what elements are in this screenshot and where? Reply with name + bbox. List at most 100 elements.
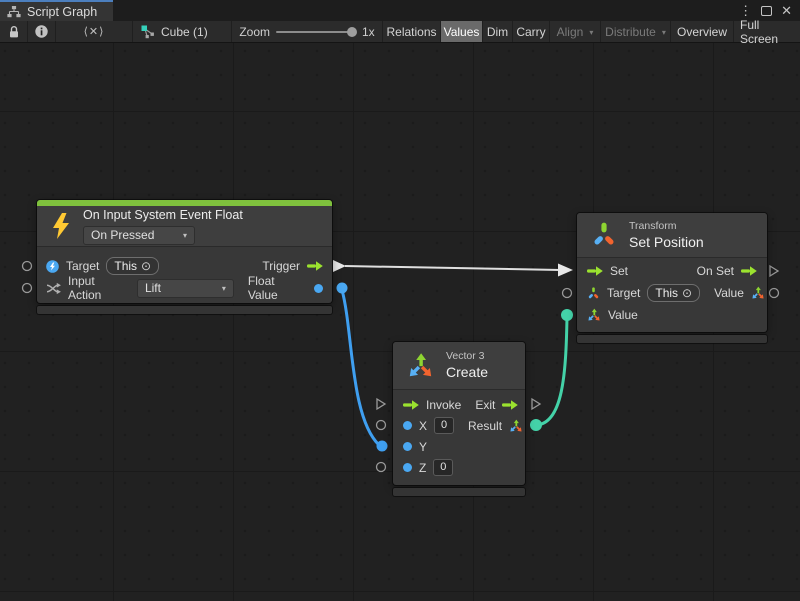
- invoke-label: Invoke: [426, 398, 461, 412]
- node-vector3-create[interactable]: Vector 3 Create Invoke Exit X 0 Res: [393, 342, 525, 485]
- align-caret-icon: ▾: [589, 29, 593, 37]
- port-vector-result-out[interactable]: [530, 419, 542, 431]
- fit-icon: ⟨✕⟩: [84, 25, 105, 38]
- full-screen-button[interactable]: Full Screen: [734, 21, 800, 42]
- input-action-dropdown[interactable]: Lift ▾: [137, 279, 234, 298]
- value-in-label: Value: [608, 308, 638, 322]
- zoom-slider-handle[interactable]: [347, 27, 357, 37]
- distribute-caret-icon: ▾: [662, 29, 666, 37]
- port-transform-onset-out[interactable]: [770, 266, 778, 276]
- port-event-target-in[interactable]: [23, 262, 32, 271]
- port-transform-value-in[interactable]: [561, 309, 573, 321]
- value-out-label: Value: [714, 286, 744, 300]
- align-button[interactable]: Align ▾: [550, 21, 601, 42]
- y-dot-icon: [403, 442, 412, 451]
- event-target-value: This: [114, 259, 137, 273]
- menu-kebab-icon[interactable]: ⋮: [739, 4, 752, 17]
- port-event-floatvalue-out[interactable]: [337, 283, 348, 294]
- set-arrow-icon: [587, 265, 603, 277]
- result-label: Result: [468, 419, 502, 433]
- dim-label: Dim: [487, 25, 508, 39]
- exit-arrow-icon: [502, 399, 518, 411]
- port-vector-invoke-in[interactable]: [377, 399, 385, 409]
- lightning-bolt-icon: [51, 213, 71, 239]
- on-set-label: On Set: [697, 264, 734, 278]
- port-vector-y-in[interactable]: [377, 441, 388, 452]
- overview-button[interactable]: Overview: [671, 21, 734, 42]
- float-value-dot-icon: [314, 284, 323, 293]
- overview-label: Overview: [677, 25, 727, 39]
- graph-canvas[interactable]: On Input System Event Float On Pressed ▾…: [0, 43, 800, 601]
- transform-node-title: Set Position: [629, 233, 704, 251]
- port-vector-x-in[interactable]: [377, 421, 386, 430]
- zoom-value: 1x: [362, 25, 375, 39]
- x-dot-icon: [403, 421, 412, 430]
- port-transform-target-in[interactable]: [563, 289, 572, 298]
- tab-script-graph[interactable]: Script Graph: [0, 0, 113, 21]
- vector-node-footer: [393, 488, 525, 496]
- x-value-field[interactable]: 0: [434, 417, 454, 434]
- node-transform-set-position[interactable]: Transform Set Position Set On Set Target…: [577, 213, 767, 332]
- event-mode-dropdown[interactable]: On Pressed ▾: [83, 226, 195, 245]
- vector-node-type: Vector 3: [446, 349, 488, 363]
- info-icon: [35, 25, 48, 38]
- tab-title: Script Graph: [27, 5, 97, 19]
- port-event-inputaction-in[interactable]: [23, 284, 32, 293]
- dim-button[interactable]: Dim: [483, 21, 513, 42]
- distribute-label: Distribute: [605, 25, 656, 39]
- port-vector-exit-out[interactable]: [532, 399, 540, 409]
- z-value-field[interactable]: 0: [433, 459, 453, 476]
- event-mode-caret-icon: ▾: [183, 232, 187, 240]
- input-action-icon: [46, 282, 61, 295]
- transform-node-footer: [577, 335, 767, 343]
- transform-node-header: Transform Set Position: [577, 213, 767, 258]
- graph-toolbar: ⟨✕⟩ Cube (1) Zoom 1x Relations Values Di…: [0, 21, 800, 43]
- target-transform-icon: [587, 287, 600, 300]
- input-action-value: Lift: [145, 281, 161, 295]
- trigger-arrow-icon: [307, 260, 323, 272]
- float-value-label: Float Value: [248, 274, 307, 302]
- on-set-arrow-icon: [741, 265, 757, 277]
- breadcrumb[interactable]: Cube (1): [133, 21, 232, 42]
- transform-target-label: Target: [607, 286, 640, 300]
- values-label: Values: [444, 25, 480, 39]
- breadcrumb-label: Cube (1): [161, 25, 208, 39]
- transform-target-field[interactable]: This ⊙: [647, 284, 700, 302]
- wire-trigger-to-set[interactable]: [345, 266, 560, 270]
- event-node-title: On Input System Event Float: [83, 208, 243, 222]
- values-button[interactable]: Values: [441, 21, 483, 42]
- full-screen-label: Full Screen: [740, 18, 794, 46]
- wire-result-to-value[interactable]: [536, 317, 567, 425]
- event-target-field[interactable]: This ⊙: [106, 257, 159, 275]
- trigger-label: Trigger: [262, 259, 300, 273]
- fit-button[interactable]: ⟨✕⟩: [56, 21, 133, 42]
- close-icon[interactable]: ✕: [781, 4, 792, 17]
- maximize-icon[interactable]: [761, 6, 772, 16]
- distribute-button[interactable]: Distribute ▾: [601, 21, 671, 42]
- carry-button[interactable]: Carry: [513, 21, 550, 42]
- x-label: X: [419, 419, 427, 433]
- align-label: Align: [557, 25, 584, 39]
- vector-node-header: Vector 3 Create: [393, 342, 525, 390]
- script-graph-window: Script Graph ⋮ ✕ ⟨✕⟩ Cube (1) Zoom 1x: [0, 0, 800, 601]
- event-mode-value: On Pressed: [91, 228, 154, 242]
- relations-button[interactable]: Relations: [383, 21, 441, 42]
- port-trigger-out[interactable]: [333, 260, 346, 272]
- zoom-label: Zoom: [239, 25, 270, 39]
- wire-arrowhead-set: [558, 264, 573, 277]
- zoom-slider[interactable]: [276, 31, 354, 33]
- info-button[interactable]: [28, 21, 56, 42]
- node-on-input-system-event-float[interactable]: On Input System Event Float On Pressed ▾…: [37, 200, 332, 303]
- graph-breadcrumb-icon: [141, 25, 155, 39]
- z-label: Z: [419, 461, 426, 475]
- lock-button[interactable]: [0, 21, 28, 42]
- lock-icon: [8, 25, 20, 39]
- port-vector-z-in[interactable]: [377, 463, 386, 472]
- z-dot-icon: [403, 463, 412, 472]
- event-target-label: Target: [66, 259, 99, 273]
- graph-tab-icon: [7, 6, 21, 18]
- wire-floatvalue-to-y[interactable]: [342, 290, 379, 445]
- input-system-icon: [46, 260, 59, 273]
- port-transform-value-out[interactable]: [770, 289, 779, 298]
- transform-target-value: This: [655, 286, 678, 300]
